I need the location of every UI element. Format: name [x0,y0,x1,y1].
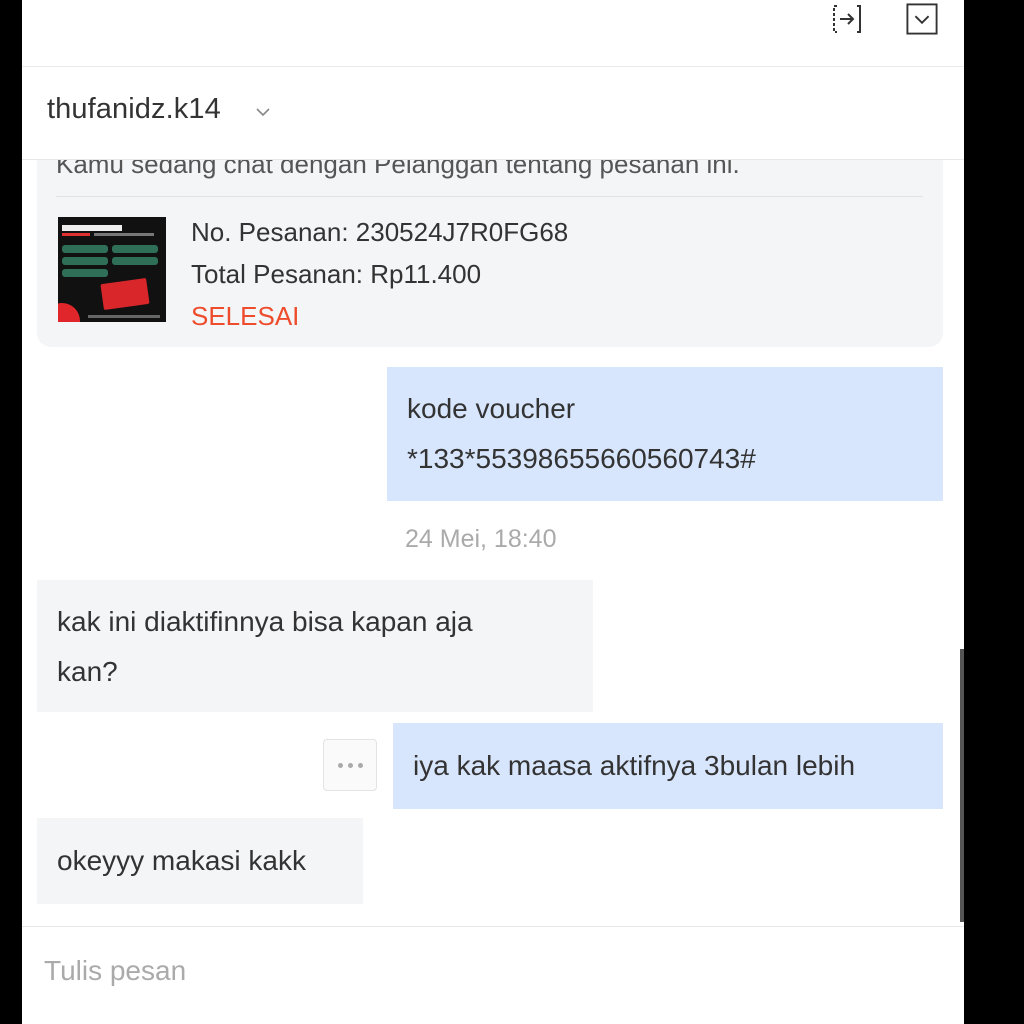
chevron-down-icon[interactable] [254,103,272,121]
chat-header: thufanidz.k14 [22,67,964,160]
message-timestamp: 24 Mei, 18:40 [405,525,557,553]
order-info: No. Pesanan: 230524J7R0FG68 Total Pesana… [191,211,568,337]
message-bubble-outgoing[interactable]: iya kak maasa aktifnya 3bulan lebih [393,723,943,809]
message-list[interactable]: Kamu sedang chat dengan Pelanggan tentan… [22,159,964,926]
composer [22,926,964,1024]
message-bubble-incoming[interactable]: okeyyy makasi kakk [37,818,363,904]
message-line: *133*55398655660560743# [407,443,756,474]
contact-username[interactable]: thufanidz.k14 [47,93,221,126]
message-line: kan? [57,656,118,687]
collapse-icon[interactable] [906,3,938,35]
divider [56,196,923,197]
order-notice: Kamu sedang chat dengan Pelanggan tentan… [56,159,740,179]
product-thumbnail [58,217,166,322]
message-line: kode voucher [407,393,576,424]
exit-chat-icon[interactable] [831,3,863,35]
window-toolbar [22,0,964,67]
order-card[interactable]: Kamu sedang chat dengan Pelanggan tentan… [37,159,943,347]
chat-window: thufanidz.k14 Kamu sedang chat dengan Pe… [22,0,964,1024]
order-number: No. Pesanan: 230524J7R0FG68 [191,217,569,247]
message-bubble-incoming[interactable]: kak ini diaktifinnya bisa kapan aja kan? [37,580,593,712]
message-input[interactable] [42,945,926,997]
order-total: Total Pesanan: Rp11.400 [191,259,482,289]
scrollbar[interactable] [960,649,964,922]
message-bubble-outgoing[interactable]: kode voucher *133*55398655660560743# [387,367,943,501]
order-status: SELESAI [191,301,300,331]
more-options-icon[interactable] [323,739,377,791]
message-line: kak ini diaktifinnya bisa kapan aja [57,606,473,637]
